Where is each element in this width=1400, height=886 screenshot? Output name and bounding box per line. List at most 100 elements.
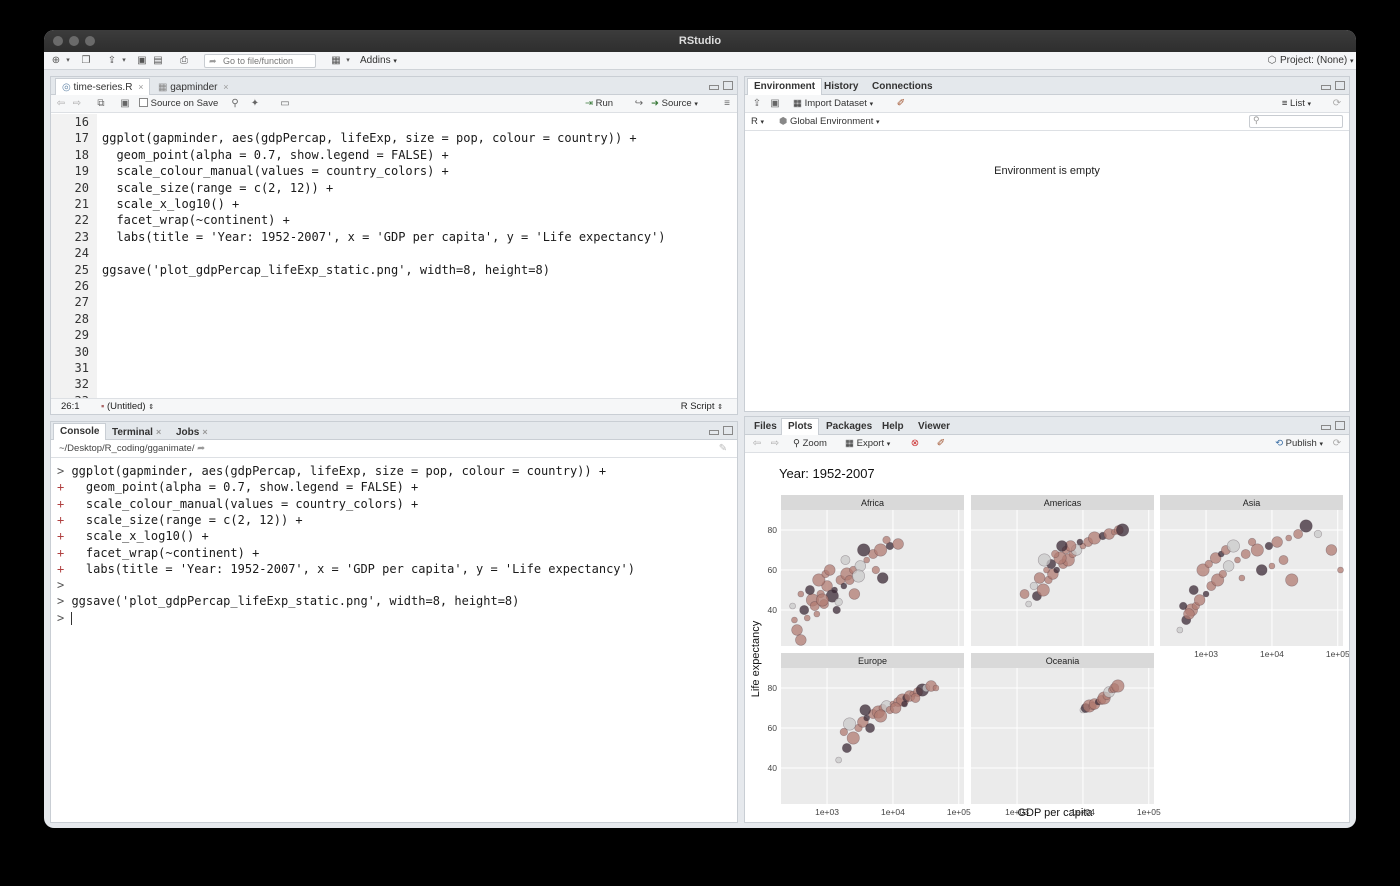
- next-plot-icon[interactable]: ⇨: [769, 438, 781, 450]
- tab-files[interactable]: Files: [747, 418, 784, 435]
- facet-strip-label: Asia: [1243, 498, 1261, 508]
- zoom-button[interactable]: ⚲ Zoom: [793, 437, 827, 451]
- close-icon[interactable]: ×: [156, 427, 161, 437]
- import-dataset-button[interactable]: ▦ Import Dataset ▾: [793, 97, 873, 111]
- new-project-icon[interactable]: ❐: [80, 55, 92, 67]
- tab-packages[interactable]: Packages: [819, 418, 879, 435]
- project-menu[interactable]: Project: (None) ▾: [1280, 54, 1354, 68]
- y-tick-label: 80: [768, 525, 778, 535]
- back-arrow-icon[interactable]: ⇦: [55, 98, 67, 110]
- maximize-pane-icon[interactable]: [1335, 421, 1345, 430]
- go-to-directory-icon[interactable]: ➦: [197, 443, 205, 454]
- broom-icon[interactable]: ✐: [895, 98, 907, 110]
- tab-label: Connections: [872, 81, 933, 92]
- source-button[interactable]: ➜ Source ▾: [651, 97, 698, 111]
- environment-tabbar: Environment History Connections: [745, 77, 1349, 95]
- clear-console-icon[interactable]: ✎: [717, 443, 729, 455]
- console-text: scale_colour_manual(values = country_col…: [64, 496, 419, 511]
- open-file-icon[interactable]: ⇪: [106, 55, 118, 67]
- save-icon[interactable]: ▣: [136, 55, 148, 67]
- maximize-pane-icon[interactable]: [723, 426, 733, 435]
- environment-search-input[interactable]: ⚲: [1249, 115, 1343, 128]
- checkbox-icon[interactable]: [139, 98, 148, 107]
- minimize-pane-icon[interactable]: [1321, 85, 1331, 90]
- data-point: [1268, 562, 1276, 570]
- file-type-menu[interactable]: R Script ⇕: [681, 399, 723, 415]
- environment-scope-bar: R ▾ ⬢ Global Environment ▾ ⚲: [745, 113, 1349, 131]
- rerun-icon[interactable]: ↪: [633, 98, 645, 110]
- forward-arrow-icon[interactable]: ⇨: [71, 98, 83, 110]
- environment-scope-menu[interactable]: ⬢ Global Environment ▾: [779, 115, 880, 129]
- print-icon[interactable]: ⎙: [178, 55, 190, 67]
- show-in-window-icon[interactable]: ⧉: [95, 98, 107, 110]
- facet-strip-label: Oceania: [1046, 656, 1080, 666]
- console-output[interactable]: > ggplot(gapminder, aes(gdpPercap, lifeE…: [51, 459, 737, 822]
- lines-menu-icon[interactable]: ≡: [721, 98, 733, 110]
- minimize-pane-icon[interactable]: [1321, 425, 1331, 430]
- refresh-icon[interactable]: ⟳: [1331, 438, 1343, 450]
- minimize-window-button[interactable]: [69, 36, 79, 46]
- x-tick-label: 1e+05: [1137, 807, 1161, 817]
- line-number: 16: [74, 115, 89, 129]
- tab-console[interactable]: Console: [53, 423, 107, 440]
- maximize-pane-icon[interactable]: [1335, 81, 1345, 90]
- data-point: [892, 538, 904, 550]
- run-button[interactable]: ⇥ Run: [585, 97, 613, 111]
- publish-label: Publish: [1285, 438, 1317, 449]
- list-view-menu[interactable]: ≡ List ▾: [1282, 97, 1311, 111]
- minimize-pane-icon[interactable]: [709, 430, 719, 435]
- line-number: 32: [74, 377, 89, 392]
- language-menu[interactable]: R ▾: [751, 115, 764, 129]
- tab-connections[interactable]: Connections: [865, 78, 940, 95]
- tab-plots[interactable]: Plots: [781, 418, 820, 435]
- close-window-button[interactable]: [53, 36, 63, 46]
- tab-jobs[interactable]: Jobs ×: [169, 423, 215, 440]
- console-text: scale_x_log10() +: [64, 529, 209, 544]
- grid-layout-icon[interactable]: ▦: [330, 55, 342, 67]
- close-icon[interactable]: ×: [138, 82, 143, 92]
- tab-environment[interactable]: Environment: [747, 78, 823, 95]
- remove-plot-icon[interactable]: ⊗: [909, 438, 921, 450]
- code-editor[interactable]: 16 17 ggplot(gapminder, aes(gdpPercap, lif…: [51, 114, 737, 408]
- addins-menu[interactable]: Addins ▾: [360, 54, 397, 68]
- save-icon[interactable]: ▣: [119, 98, 131, 110]
- code-text: ggsave('plot_gdpPercap_lifeExp_static.pn…: [102, 262, 550, 277]
- new-file-icon[interactable]: ⊕: [50, 55, 62, 67]
- data-point: [1271, 536, 1283, 548]
- close-icon[interactable]: ×: [223, 82, 228, 92]
- dropdown-arrow-icon[interactable]: ▾: [118, 55, 130, 67]
- goto-file-input[interactable]: ➦ Go to file/function: [204, 54, 316, 68]
- tab-terminal[interactable]: Terminal ×: [105, 423, 168, 440]
- document-outline-icon[interactable]: ▭: [279, 98, 291, 110]
- previous-plot-icon[interactable]: ⇦: [751, 438, 763, 450]
- tab-help[interactable]: Help: [875, 418, 911, 435]
- source-on-save-toggle[interactable]: Source on Save: [139, 97, 218, 111]
- tab-time-series[interactable]: ◎ time-series.R ×: [55, 78, 151, 95]
- magic-wand-icon[interactable]: ✦: [249, 98, 261, 110]
- load-workspace-icon[interactable]: ⇪: [751, 98, 763, 110]
- search-icon[interactable]: ⚲: [229, 98, 241, 110]
- save-all-icon[interactable]: ▤: [152, 55, 164, 67]
- save-workspace-icon[interactable]: ▣: [769, 98, 781, 110]
- export-menu[interactable]: ▦ Export ▾: [845, 437, 890, 451]
- zoom-window-button[interactable]: [85, 36, 95, 46]
- source-tabbar: ◎ time-series.R × ▦ gapminder ×: [51, 77, 737, 95]
- minimize-pane-icon[interactable]: [709, 85, 719, 90]
- code-line: 31: [51, 360, 737, 376]
- dropdown-arrow-icon[interactable]: ▾: [62, 55, 74, 67]
- console-line: >: [57, 610, 73, 626]
- maximize-pane-icon[interactable]: [723, 81, 733, 90]
- tab-viewer[interactable]: Viewer: [911, 418, 957, 435]
- close-icon[interactable]: ×: [202, 427, 207, 437]
- scope-menu[interactable]: ▪ (Untitled) ⇕: [101, 399, 154, 415]
- tab-history[interactable]: History: [817, 78, 865, 95]
- data-point: [824, 564, 836, 576]
- broom-icon[interactable]: ✐: [935, 438, 947, 450]
- refresh-icon[interactable]: ⟳: [1331, 98, 1343, 110]
- publish-menu[interactable]: ⟲ Publish ▾: [1275, 437, 1323, 451]
- tab-gapminder[interactable]: ▦ gapminder ×: [151, 78, 236, 95]
- import-dataset-label: Import Dataset: [804, 98, 867, 109]
- plot-title: Year: 1952-2007: [779, 466, 875, 481]
- dropdown-arrow-icon[interactable]: ▾: [342, 55, 354, 67]
- data-point: [1285, 534, 1293, 542]
